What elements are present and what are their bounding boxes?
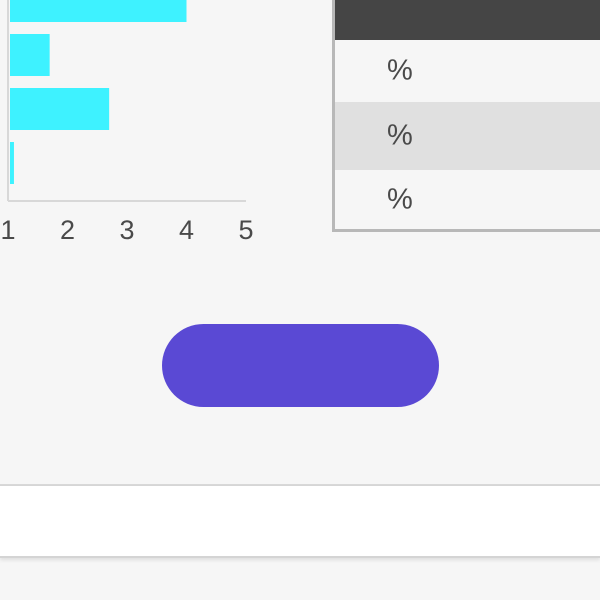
percent-cell: % xyxy=(387,54,413,87)
x-tick-label: 5 xyxy=(238,215,253,245)
primary-button[interactable] xyxy=(162,324,439,407)
x-tick-label: 1 xyxy=(0,215,15,245)
table-row: % xyxy=(335,40,600,102)
table-row: % xyxy=(335,102,600,170)
footer-bar xyxy=(0,486,600,558)
bar-chart-svg: 1 2 3 4 5 xyxy=(0,0,254,245)
bar-chart: 1 2 3 4 5 xyxy=(0,0,270,250)
chart-bar xyxy=(10,88,110,130)
x-tick-label: 2 xyxy=(60,215,75,245)
data-table: % % % xyxy=(332,0,600,232)
main-card: 1 2 3 4 5 % % % xyxy=(0,0,600,486)
x-tick-label: 4 xyxy=(179,215,194,245)
chart-bar xyxy=(10,34,50,76)
x-tick-label: 3 xyxy=(119,215,134,245)
chart-bar xyxy=(10,0,187,22)
percent-cell: % xyxy=(387,183,413,215)
table-header xyxy=(335,0,600,40)
table-row: % xyxy=(335,170,600,229)
chart-bar xyxy=(10,142,14,184)
percent-cell: % xyxy=(387,119,413,152)
